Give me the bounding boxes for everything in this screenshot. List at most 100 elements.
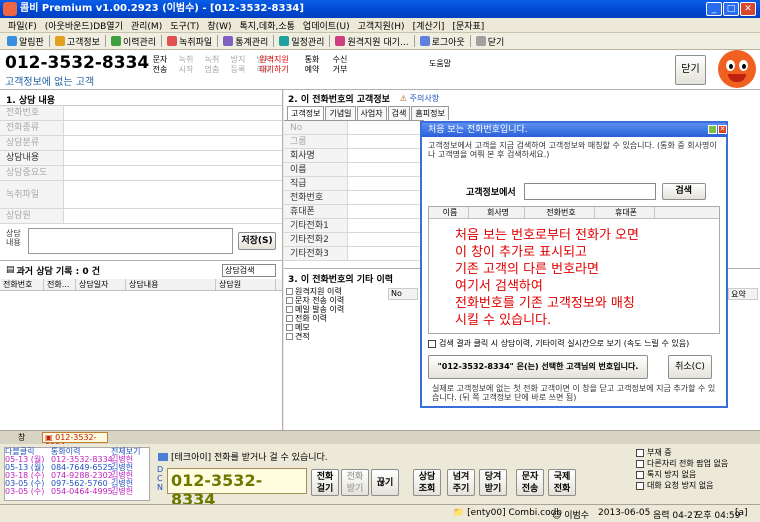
customer-field-row[interactable]: 이름: [284, 163, 424, 177]
menu-item-7[interactable]: 고객지원(H): [354, 19, 409, 32]
option-checkbox[interactable]: [636, 448, 644, 457]
popup-col-3[interactable]: 휴대폰: [595, 207, 655, 218]
phone-button-5[interactable]: 당겨 받기: [479, 469, 507, 496]
customer-field-row[interactable]: 기타전화3: [284, 247, 424, 261]
header-button-2[interactable]: 녹취 멈춤: [202, 55, 222, 79]
minimize-button[interactable]: _: [706, 2, 722, 16]
close-window-button[interactable]: ✕: [740, 2, 756, 16]
customer-field-row[interactable]: 회사명: [284, 149, 424, 163]
header-button-1[interactable]: 녹취 시작: [176, 55, 196, 79]
customer-field-row[interactable]: No: [284, 121, 424, 135]
consult-field-row[interactable]: 상담중요도: [0, 166, 282, 181]
phone-button-4[interactable]: 넘겨 주기: [447, 469, 475, 496]
option-row[interactable]: 다른자리 전화 팝업 없음: [636, 458, 728, 469]
toolbar-item-3[interactable]: 녹취파일: [164, 35, 215, 48]
consult-field-row[interactable]: 전화번호: [0, 106, 282, 121]
phone-button-2[interactable]: 끊기: [371, 469, 399, 496]
menu-item-4[interactable]: 창(W): [203, 19, 235, 32]
save-button[interactable]: 저장(S): [238, 232, 276, 250]
history-col-4[interactable]: 상담원: [216, 279, 276, 290]
option-checkbox[interactable]: [636, 470, 644, 479]
log-row[interactable]: 03-05 (수) 054-0464-4995 김병헌: [5, 488, 149, 496]
customer-tab-3[interactable]: 검색: [387, 106, 411, 120]
toolbar-item-0[interactable]: 알림판: [4, 35, 47, 48]
customer-tab-1[interactable]: 기념일: [325, 106, 356, 120]
customer-field-row[interactable]: 그룹: [284, 135, 424, 149]
option-checkbox[interactable]: [636, 481, 644, 490]
menu-item-0[interactable]: 파일(F): [4, 19, 41, 32]
maximize-button[interactable]: □: [723, 2, 739, 16]
consult-field-row[interactable]: 녹취파일: [0, 181, 282, 209]
toolbar-item-8[interactable]: 닫기: [473, 35, 508, 48]
option-row[interactable]: 톡지 방지 없음: [636, 469, 728, 480]
menu-item-8[interactable]: [계산기]: [409, 19, 449, 32]
call-reserve-button[interactable]: 통화 예약: [302, 55, 322, 79]
popup-col-1[interactable]: 회사명: [469, 207, 525, 218]
history-search-input[interactable]: 상담검색: [222, 264, 276, 277]
dial-input[interactable]: 012-3532-8334: [167, 468, 307, 509]
customer-field-label: 기타전화2: [284, 233, 348, 246]
toolbar-item-2[interactable]: 이력관리: [108, 35, 159, 48]
memo-input[interactable]: [28, 228, 233, 254]
pin-icon[interactable]: [708, 125, 717, 134]
header-button-0[interactable]: 문자 전송: [150, 55, 170, 79]
menu-item-5[interactable]: 톡지,데화,소통: [236, 19, 299, 32]
toolbar-icon-7: [419, 36, 430, 46]
phone-button-0[interactable]: 전화 걸기: [311, 469, 339, 496]
customer-search-input[interactable]: [523, 183, 656, 200]
option-row[interactable]: 대화 요청 방지 없음: [636, 480, 728, 491]
popup-col-2[interactable]: 전화번호: [525, 207, 595, 218]
warning-link[interactable]: ⚠ 주의사항: [400, 93, 439, 104]
customer-tab-4[interactable]: 홈피정보: [411, 106, 449, 120]
phone-button-7[interactable]: 국제 전화: [548, 469, 576, 496]
popup-close-icon[interactable]: ✕: [718, 125, 727, 134]
menu-item-3[interactable]: 도구(T): [166, 19, 203, 32]
popup-description: 고객정보에서 고객을 지금 검색하여 고객정보와 매칭할 수 있습니다. (통화…: [428, 141, 717, 159]
toolbar-item-6[interactable]: 원격지원 대기...: [332, 35, 411, 48]
call-log[interactable]: 다블클릭 통화이력 전체보기 05-13 (월) 012-3532-8334 김병헌 05…: [4, 447, 150, 501]
header-button-3[interactable]: 방지 등록: [228, 55, 248, 79]
history-col-1[interactable]: 전화...: [44, 279, 76, 290]
toolbar-item-4[interactable]: 통계관리: [220, 35, 271, 48]
customer-field-row[interactable]: 직급: [284, 177, 424, 191]
cancel-button[interactable]: 취소(C): [668, 355, 712, 379]
menu-item-2[interactable]: 관리(M): [127, 19, 166, 32]
menu-item-6[interactable]: 업데이트(U): [299, 19, 354, 32]
toolbar-item-5[interactable]: 일정관리: [276, 35, 327, 48]
confirm-match-button[interactable]: "012-3532-8334" 은(는) 선택한 고객님의 번호입니다.: [428, 355, 648, 379]
option-row[interactable]: 부재 중: [636, 447, 728, 458]
close-button[interactable]: 닫기: [675, 55, 706, 85]
toolbar-item-1[interactable]: 고객정보: [52, 35, 103, 48]
customer-field-row[interactable]: 전화번호: [284, 191, 424, 205]
phone-button-3[interactable]: 상담 조회: [413, 469, 441, 496]
customer-tab-2[interactable]: 사업자: [356, 106, 387, 120]
window-tab[interactable]: ▣ 012-3532-8334: [42, 432, 108, 451]
toolbar-item-7[interactable]: 로그아웃: [417, 35, 468, 48]
consult-field-row[interactable]: 전화종류: [0, 121, 282, 136]
search-results-grid[interactable]: 이름 회사명 전화번호 휴대폰 처음 보는 번호로부터 전화가 오면 이 창이 추가로 …: [428, 206, 720, 334]
consult-field-row[interactable]: 상담원: [0, 209, 282, 224]
customer-field-row[interactable]: 기타전화1: [284, 219, 424, 233]
consult-field-row[interactable]: 상담내용: [0, 151, 282, 166]
search-label: 고객정보에서: [466, 188, 516, 198]
customer-search-button[interactable]: 검색: [661, 183, 706, 200]
remote-support-button[interactable]: 원격지원 대기하기: [258, 55, 290, 79]
customer-field-row[interactable]: 기타전화2: [284, 233, 424, 247]
customer-tab-0[interactable]: 고객정보: [287, 106, 325, 120]
phone-button-6[interactable]: 문자 전송: [516, 469, 544, 496]
customer-field-row[interactable]: 휴대폰: [284, 205, 424, 219]
history-col-2[interactable]: 상담일자: [76, 279, 126, 290]
popup-col-0[interactable]: 이름: [429, 207, 469, 218]
realtime-view-checkbox[interactable]: [428, 339, 436, 348]
menu-item-1[interactable]: (아웃바운드)DB열기: [41, 19, 127, 32]
help-button[interactable]: 도움말: [426, 59, 454, 83]
other-col-no: No: [388, 288, 418, 300]
option-checkbox[interactable]: [636, 459, 644, 468]
history-col-0[interactable]: 전화번호: [0, 279, 44, 290]
caller-phone-number: 012-3532-8334: [5, 53, 150, 73]
reject-button[interactable]: 수신 거부: [330, 55, 350, 79]
consult-field-row[interactable]: 상담분류: [0, 136, 282, 151]
history-col-3[interactable]: 상담내용: [126, 279, 216, 290]
phone-button-1[interactable]: 전화 받기: [341, 469, 369, 496]
menu-item-9[interactable]: [문자표]: [448, 19, 488, 32]
